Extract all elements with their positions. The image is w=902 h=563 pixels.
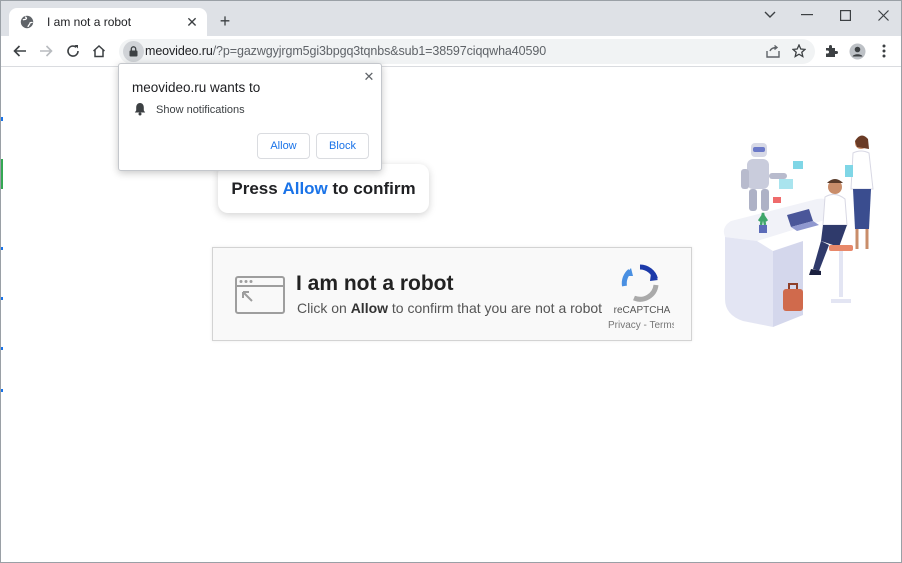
captcha-instruction: Click on Allow to confirm that you are n…	[297, 300, 602, 316]
url-text[interactable]: meovideo.ru/?p=gazwgyjrgm5gi3bpgq3tqnbs&…	[145, 44, 546, 58]
tab-search-icon[interactable]	[755, 4, 785, 26]
captcha-heading: I am not a robot	[296, 272, 454, 295]
home-icon[interactable]	[88, 40, 110, 62]
robot-office-illustration	[723, 135, 874, 327]
recaptcha-brand: reCAPTCHA	[613, 305, 671, 316]
share-icon[interactable]	[762, 40, 784, 62]
recaptcha-logo-icon	[621, 264, 659, 302]
globe-icon	[19, 14, 35, 30]
permission-label: Show notifications	[156, 104, 245, 116]
address-bar[interactable]: meovideo.ru/?p=gazwgyjrgm5gi3bpgq3tqnbs&…	[119, 39, 815, 64]
browser-window: I am not a robot ✕ + meovideo.ru/?p=gazw…	[0, 0, 902, 563]
forward-icon[interactable]	[35, 40, 57, 62]
tab-close-icon[interactable]: ✕	[183, 13, 201, 31]
popup-title: meovideo.ru wants to	[132, 80, 261, 95]
url-host: meovideo.ru	[145, 44, 213, 58]
tab-active[interactable]: I am not a robot ✕	[9, 8, 207, 36]
back-icon[interactable]	[9, 40, 31, 62]
press-prefix: Press	[231, 178, 278, 198]
fake-captcha-box[interactable]: I am not a robot Click on Allow to confi…	[212, 247, 692, 341]
recaptcha-links[interactable]: Privacy - Terms	[608, 320, 674, 331]
block-button[interactable]: Block	[316, 133, 369, 159]
popup-close-icon[interactable]: ✕	[361, 69, 377, 85]
captcha-sub-allow: Allow	[350, 300, 389, 316]
page-edge-marks	[1, 117, 3, 392]
captcha-sub-suffix: to confirm that you are not a robot	[391, 300, 603, 316]
close-window-icon[interactable]	[868, 4, 898, 26]
profile-avatar-icon[interactable]	[846, 40, 868, 62]
press-suffix: to confirm	[332, 178, 416, 198]
lock-icon[interactable]	[123, 41, 144, 62]
captcha-sub-prefix: Click on	[297, 300, 347, 316]
allow-button[interactable]: Allow	[257, 133, 310, 159]
press-allow-word: Allow	[282, 178, 328, 198]
url-path: /?p=gazwgyjrgm5gi3bpgq3tqnbs&sub1=38597c…	[212, 44, 547, 58]
bookmark-star-icon[interactable]	[788, 40, 810, 62]
press-allow-banner: Press Allow to confirm	[218, 164, 429, 213]
browser-window-icon	[235, 276, 285, 314]
new-tab-icon[interactable]: +	[215, 11, 235, 31]
bell-icon	[134, 103, 146, 116]
extensions-icon[interactable]	[820, 40, 842, 62]
maximize-icon[interactable]	[830, 4, 860, 26]
tab-strip: I am not a robot ✕ +	[1, 1, 901, 36]
reload-icon[interactable]	[62, 40, 84, 62]
minimize-icon[interactable]	[792, 4, 822, 26]
menu-kebab-icon[interactable]	[873, 40, 895, 62]
tab-title: I am not a robot	[47, 15, 132, 29]
notification-permission-popup: meovideo.ru wants to ✕ Show notification…	[118, 63, 382, 171]
